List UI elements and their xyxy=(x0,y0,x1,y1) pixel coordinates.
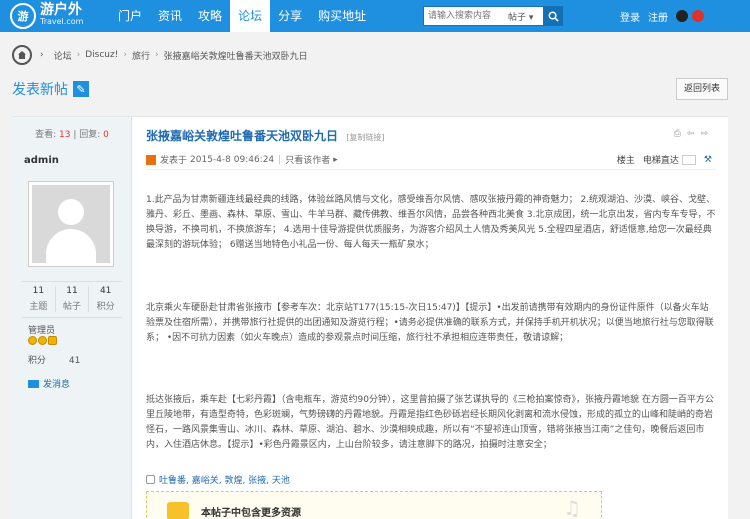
meta-divider xyxy=(146,169,716,170)
author-sidebar: 查看: 13 | 回复: 0 admin 11 主题 11 帖子 41 积分 管… xyxy=(12,117,132,519)
folder-icon xyxy=(167,502,189,519)
prev-thread-icon[interactable]: ⇦ xyxy=(687,129,695,139)
wrench-icon[interactable]: ⚒ xyxy=(704,155,712,165)
thread-title: 张掖嘉峪关敦煌吐鲁番天池双卧九日 [复制链接] xyxy=(146,129,385,143)
register-link[interactable]: 注册 xyxy=(648,9,668,24)
only-author-link[interactable]: 只看该作者 xyxy=(285,153,330,166)
crumb-sep-icon: › xyxy=(76,50,81,60)
user-group[interactable]: 管理员 xyxy=(28,323,55,336)
credit-label: 积分 xyxy=(28,356,47,366)
breadcrumb: › 论坛 › Discuz! › 旅行 › 张掖嘉峪关敦煌吐鲁番天池双卧九日 xyxy=(12,44,308,66)
mail-icon xyxy=(28,379,39,388)
crumb-sep-icon: › xyxy=(40,50,44,60)
search-box: 帖子 ▾ xyxy=(423,6,563,26)
post-meta: 发表于 2015-4-8 09:46:24 | 只看该作者 ▸ xyxy=(146,153,338,166)
nav-item-guides[interactable]: 攻略 xyxy=(190,0,230,32)
logo-title: 游户外 xyxy=(40,2,82,18)
crumb-sep-icon: › xyxy=(154,50,159,60)
post-paragraph: 北京乘火车硬卧赴甘肃省张掖市【参考车次：北京站T177(15:15-次日15:4… xyxy=(146,303,714,343)
post-new-button[interactable]: 发表新帖 ✎ xyxy=(12,78,89,100)
home-icon[interactable] xyxy=(12,45,32,65)
crumb-travel[interactable]: 旅行 xyxy=(132,49,150,62)
medal-icons xyxy=(28,336,58,345)
search-icon xyxy=(548,11,559,22)
resource-text: 本帖子中包含更多资源 xyxy=(201,508,301,519)
search-input[interactable] xyxy=(424,7,504,25)
author-name[interactable]: admin xyxy=(24,155,59,166)
stat-credits[interactable]: 41 积分 xyxy=(89,286,122,312)
thread-container: 查看: 13 | 回复: 0 admin 11 主题 11 帖子 41 积分 管… xyxy=(12,116,728,519)
credit-value: 41 xyxy=(68,356,81,366)
crumb-forum[interactable]: 论坛 xyxy=(54,49,72,62)
nav-item-portal[interactable]: 门户 xyxy=(110,0,150,32)
qq-icon[interactable] xyxy=(676,10,688,22)
search-button[interactable] xyxy=(543,6,563,26)
post-time: 2015-4-8 09:46:24 xyxy=(190,154,275,165)
nav-item-share[interactable]: 分享 xyxy=(270,0,310,32)
weibo-icon[interactable] xyxy=(692,10,704,22)
post-paragraph: 抵达张掖后，乘车赴【七彩丹霞】（含电瓶车，游览约90分钟），这里曾拍摄了张艺谋执… xyxy=(146,395,714,450)
nav-item-buy[interactable]: 购买地址 xyxy=(310,0,374,32)
jump-floor-label: 电梯直达 xyxy=(642,156,679,166)
credit-row: 积分 41 xyxy=(28,353,80,366)
medal-icon xyxy=(28,336,37,345)
return-list-button[interactable]: 返回列表 xyxy=(676,78,728,100)
avatar[interactable] xyxy=(28,181,114,267)
jump-floor-input[interactable] xyxy=(681,154,696,165)
views-label: 查看: xyxy=(35,130,57,140)
print-icon[interactable]: ⎙ xyxy=(674,129,681,139)
post-new-label: 发表新帖 xyxy=(12,82,68,98)
main-nav: 门户 资讯 攻略 论坛 分享 购买地址 xyxy=(110,0,374,32)
search-scope-select[interactable]: 帖子 ▾ xyxy=(508,10,533,23)
nav-item-forum[interactable]: 论坛 xyxy=(230,0,271,32)
replies-count: 0 xyxy=(103,130,109,140)
thread-stats: 查看: 13 | 回复: 0 xyxy=(35,130,109,140)
post-paragraph: 1.此产品为甘肃新疆连线最经典的线路，体验丝路风情与文化，感受维吾尔风情、感叹张… xyxy=(146,195,716,250)
tags[interactable]: 吐鲁番, 嘉峪关, 敦煌, 张掖, 天池 xyxy=(159,473,290,486)
author-icon xyxy=(146,154,156,165)
send-message-link[interactable]: 发消息 xyxy=(28,377,70,390)
nav-item-news[interactable]: 资讯 xyxy=(150,0,190,32)
stat-posts[interactable]: 11 帖子 xyxy=(56,286,90,312)
crumb-sep-icon: › xyxy=(123,50,127,60)
medal-icon xyxy=(38,336,47,345)
crumb-thread[interactable]: 张掖嘉峪关敦煌吐鲁番天池双卧九日 xyxy=(164,49,308,62)
tag-list: 吐鲁番, 嘉峪关, 敦煌, 张掖, 天池 xyxy=(146,473,290,486)
edit-icon: ✎ xyxy=(73,81,89,97)
title-tools: ⎙ ⇦ ⇨ xyxy=(668,129,708,139)
music-note-icon: ♫ xyxy=(563,496,581,519)
resource-notice: 本帖子中包含更多资源 ♫ xyxy=(146,491,602,519)
copy-link[interactable]: [复制链接] xyxy=(346,133,384,142)
floor-tools: 楼主 电梯直达 ⚒ xyxy=(609,153,712,166)
login-link[interactable]: 登录 xyxy=(620,9,640,24)
stat-threads[interactable]: 11 主题 xyxy=(22,286,56,312)
crumb-discuz[interactable]: Discuz! xyxy=(85,50,118,60)
tag-icon xyxy=(146,475,155,484)
sidebar-divider xyxy=(22,317,122,318)
post-content: 张掖嘉峪关敦煌吐鲁番天池双卧九日 [复制链接] ⎙ ⇦ ⇨ 发表于 2015-4… xyxy=(132,117,728,519)
site-logo[interactable]: 游 游户外 Travel.com xyxy=(10,1,83,31)
logo-mark: 游 xyxy=(10,3,36,29)
star-icon xyxy=(48,336,57,345)
views-count: 13 xyxy=(59,130,71,140)
logo-subtitle: Travel.com xyxy=(40,17,84,26)
next-thread-icon[interactable]: ⇨ xyxy=(700,129,708,139)
caret-right-icon: ▸ xyxy=(333,154,338,165)
replies-label: 回复: xyxy=(79,130,101,140)
top-nav-bar: 游 游户外 Travel.com 门户 资讯 攻略 论坛 分享 购买地址 帖子 … xyxy=(0,0,750,32)
author-stats: 11 主题 11 帖子 41 积分 xyxy=(22,281,122,312)
floor-label: 楼主 xyxy=(616,156,635,166)
